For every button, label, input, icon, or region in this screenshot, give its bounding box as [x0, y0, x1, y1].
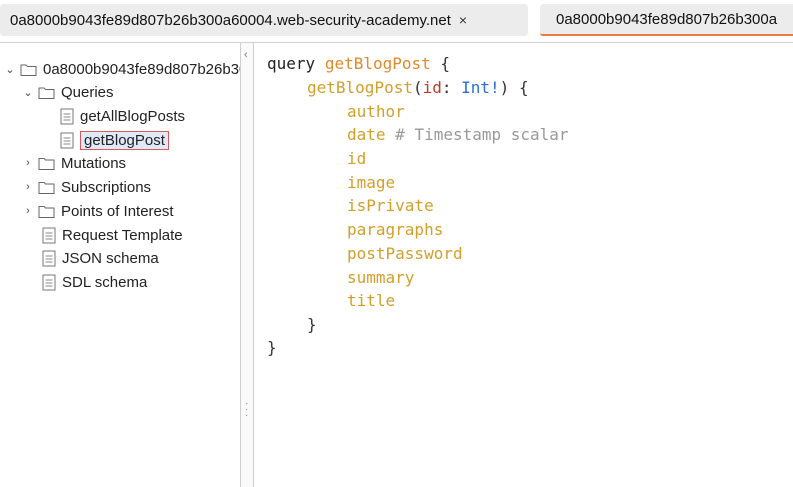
tree-item-label: JSON schema — [62, 249, 159, 267]
arg-name: id — [422, 78, 442, 97]
keyword-query: query — [267, 54, 316, 73]
tab-2-label: 0a8000b9043fe89d807b26b300a — [556, 10, 778, 28]
tree-item-points-of-interest[interactable]: › Points of Interest — [22, 200, 174, 222]
field-id: id — [347, 149, 367, 168]
chevron-right-icon[interactable]: › — [22, 181, 34, 193]
code-line: getBlogPost(id: Int!) { — [307, 78, 529, 97]
tab-2[interactable]: 0a8000b9043fe89d807b26b300a — [540, 4, 793, 36]
tree-item-sdl-schema[interactable]: SDL schema — [42, 271, 147, 293]
field-call: getBlogPost — [307, 78, 413, 97]
tree-item-queries[interactable]: ⌄ Queries — [22, 81, 114, 103]
tree-item-label-selected: getBlogPost — [80, 130, 169, 150]
tree-item-json-schema[interactable]: JSON schema — [42, 247, 159, 269]
chevron-down-icon[interactable]: ⌄ — [4, 63, 16, 76]
brace-open: { — [440, 54, 451, 73]
tree-root[interactable]: ⌄ 0a8000b9043fe89d807b26b300a60004.web-s… — [4, 58, 240, 80]
close-icon[interactable]: × — [459, 12, 467, 28]
comment: # Timestamp scalar — [395, 125, 569, 144]
document-icon — [42, 250, 56, 267]
folder-icon — [38, 157, 55, 170]
tree-item-label: Subscriptions — [61, 178, 152, 196]
field-image: image — [347, 173, 396, 192]
operation-name: getBlogPost — [324, 54, 431, 73]
drag-handle-icon[interactable]: · · · — [245, 399, 248, 421]
document-icon — [60, 108, 74, 125]
tree-item-label: Mutations — [61, 154, 127, 172]
folder-icon — [38, 181, 55, 194]
tree-item-request-template[interactable]: Request Template — [42, 224, 183, 246]
document-icon — [42, 274, 56, 291]
tree-item-mutations[interactable]: › Mutations — [22, 152, 126, 174]
tree-item-label: SDL schema — [62, 273, 148, 291]
tab-1-label: 0a8000b9043fe89d807b26b300a60004.web-sec… — [10, 11, 451, 29]
tree-item-label: Points of Interest — [61, 202, 174, 220]
code-line: date # Timestamp scalar — [347, 124, 569, 146]
schema-tree: ⌄ 0a8000b9043fe89d807b26b300a60004.web-s… — [0, 43, 240, 487]
tree-item-queries-label: Queries — [61, 83, 114, 101]
tab-1[interactable]: 0a8000b9043fe89d807b26b300a60004.web-sec… — [0, 4, 528, 36]
tree-item-getallblogposts[interactable]: getAllBlogPosts — [60, 105, 185, 127]
document-icon — [60, 132, 74, 149]
tree-item-label: getAllBlogPosts — [80, 107, 186, 125]
field-summary: summary — [347, 268, 415, 287]
brace-open: { — [518, 78, 529, 97]
field-date: date — [347, 125, 386, 144]
pane-splitter[interactable]: ‹ · · · — [240, 43, 254, 487]
tab-bar: 0a8000b9043fe89d807b26b300a60004.web-sec… — [0, 0, 793, 43]
folder-open-icon — [38, 86, 55, 99]
field-author: author — [347, 102, 405, 121]
tree-item-label: Request Template — [62, 226, 183, 244]
field-isprivate: isPrivate — [347, 196, 434, 215]
field-postpassword: postPassword — [347, 244, 463, 263]
tree-item-subscriptions[interactable]: › Subscriptions — [22, 176, 151, 198]
chevron-down-icon[interactable]: ⌄ — [22, 86, 34, 99]
collapse-arrow-icon[interactable]: ‹ — [244, 49, 248, 61]
folder-icon — [38, 205, 55, 218]
field-title: title — [347, 291, 396, 310]
tree-item-getblogpost[interactable]: getBlogPost — [60, 129, 169, 151]
tree-root-label: 0a8000b9043fe89d807b26b300a60004.web-sec… — [43, 60, 240, 78]
arg-type: Int! — [461, 78, 500, 97]
field-paragraphs: paragraphs — [347, 220, 444, 239]
brace-close: } — [307, 315, 317, 334]
graphql-editor[interactable]: query getBlogPost { getBlogPost(id: Int!… — [255, 43, 793, 487]
chevron-right-icon[interactable]: › — [22, 157, 34, 169]
brace-close: } — [267, 338, 277, 357]
chevron-right-icon[interactable]: › — [22, 205, 34, 217]
folder-open-icon — [20, 63, 37, 76]
code-line: query getBlogPost { — [267, 53, 450, 75]
document-icon — [42, 227, 56, 244]
